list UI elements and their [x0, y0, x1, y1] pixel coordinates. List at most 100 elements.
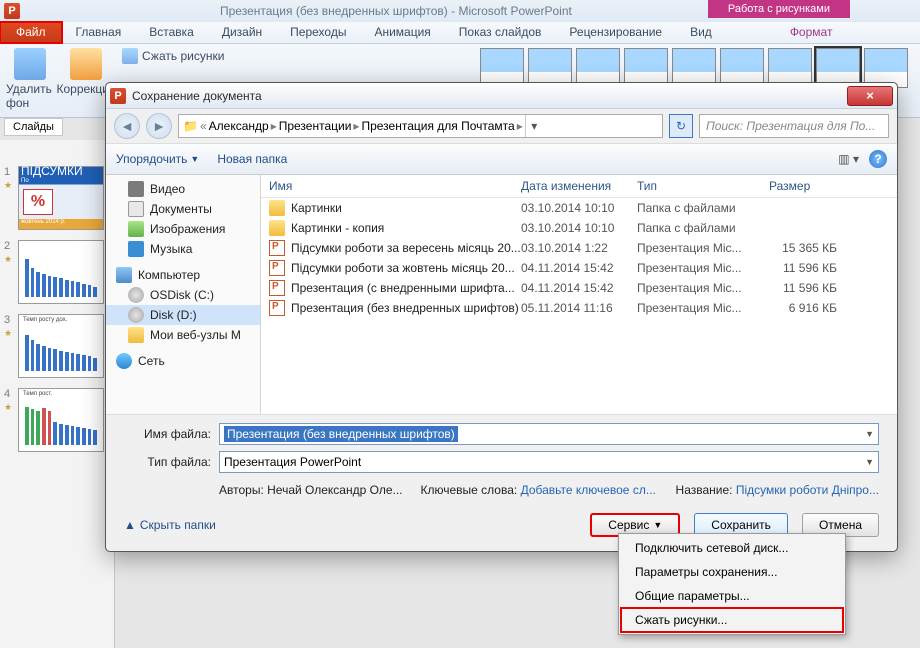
nav-images[interactable]: Изображения	[106, 219, 260, 239]
file-row[interactable]: Картинки03.10.2014 10:10Папка с файлами	[261, 198, 897, 218]
chevron-down-icon[interactable]: ▾	[525, 115, 543, 137]
close-button[interactable]: ×	[847, 86, 893, 106]
title-value[interactable]: Підсумки роботи Дніпро...	[736, 483, 879, 497]
corrections-button[interactable]: Коррекция	[62, 48, 110, 113]
remove-background-icon	[14, 48, 46, 80]
compress-icon	[122, 48, 138, 64]
nav-video[interactable]: Видео	[106, 179, 260, 199]
help-icon[interactable]: ?	[869, 150, 887, 168]
tab-insert[interactable]: Вставка	[135, 22, 208, 43]
filetype-label: Тип файла:	[124, 455, 219, 469]
filename-section: Имя файла: Презентация (без внедренных ш…	[106, 414, 897, 503]
slides-tab[interactable]: Слайды	[4, 118, 63, 136]
tab-animation[interactable]: Анимация	[360, 22, 444, 43]
pptx-icon	[269, 260, 285, 276]
crumb[interactable]: Александр	[209, 119, 269, 133]
app-title: Презентация (без внедренных шрифтов) - M…	[220, 4, 572, 18]
save-as-dialog: P Сохранение документа × ◄ ► 📁 « Алексан…	[105, 82, 898, 552]
nav-computer[interactable]: Компьютер	[106, 265, 260, 285]
folder-icon	[269, 200, 285, 216]
file-row[interactable]: Картинки - копия03.10.2014 10:10Папка с …	[261, 218, 897, 238]
nav-network[interactable]: Сеть	[106, 351, 260, 371]
column-headers[interactable]: Имя Дата изменения Тип Размер	[261, 175, 897, 198]
slide-3[interactable]: 3★ Темп росту дох.	[4, 314, 110, 378]
tools-menu: Подключить сетевой диск... Параметры сох…	[618, 533, 846, 635]
powerpoint-icon: P	[110, 88, 126, 104]
address-bar-row: ◄ ► 📁 « Александр▸ Презентации▸ Презента…	[106, 109, 897, 143]
refresh-button[interactable]: ↻	[669, 114, 693, 138]
tab-home[interactable]: Главная	[62, 22, 136, 43]
pptx-icon	[269, 280, 285, 296]
tab-slideshow[interactable]: Показ слайдов	[445, 22, 556, 43]
back-button[interactable]: ◄	[114, 113, 140, 139]
file-row[interactable]: Підсумки роботи за вересень місяць 20...…	[261, 238, 897, 258]
nav-diskd[interactable]: Disk (D:)	[106, 305, 260, 325]
col-size[interactable]: Размер	[769, 179, 845, 193]
authors-value[interactable]: Нечай Олександр Оле...	[267, 483, 402, 497]
contextual-tab[interactable]: Работа с рисунками	[708, 0, 850, 18]
file-row[interactable]: Презентация (без внедренных шрифтов)05.1…	[261, 298, 897, 318]
corrections-icon	[70, 48, 102, 80]
keywords-value[interactable]: Добавьте ключевое сл...	[521, 483, 656, 497]
forward-button[interactable]: ►	[146, 113, 172, 139]
nav-documents[interactable]: Документы	[106, 199, 260, 219]
tab-format[interactable]: Формат	[776, 22, 847, 43]
dialog-title: Сохранение документа	[132, 89, 262, 103]
slide-2[interactable]: 2★	[4, 240, 110, 304]
network-icon	[116, 353, 132, 369]
col-type[interactable]: Тип	[637, 179, 769, 193]
folder-icon	[128, 327, 144, 343]
folder-icon: 📁	[183, 119, 198, 133]
crumb[interactable]: Презентация для Почтамта	[361, 119, 514, 133]
breadcrumb[interactable]: 📁 « Александр▸ Презентации▸ Презентация …	[178, 114, 663, 138]
search-input[interactable]: Поиск: Презентация для По...	[699, 114, 889, 138]
dialog-titlebar[interactable]: P Сохранение документа ×	[106, 83, 897, 109]
filename-input[interactable]: Презентация (без внедренных шрифтов)▼	[219, 423, 879, 445]
chevron-up-icon: ▲	[124, 518, 136, 532]
slide-number: 1	[4, 166, 14, 178]
nav-music[interactable]: Музыка	[106, 239, 260, 259]
pptx-icon	[269, 300, 285, 316]
slide-4[interactable]: 4★ Темп рост.	[4, 388, 110, 452]
slide-1[interactable]: 1★ ПІДСУМКИПо % жовтень 2014 р.	[4, 166, 110, 230]
col-name[interactable]: Имя	[269, 179, 521, 193]
computer-icon	[116, 267, 132, 283]
menu-compress-pictures[interactable]: Сжать рисунки...	[621, 608, 843, 632]
file-list: Имя Дата изменения Тип Размер Картинки03…	[261, 175, 897, 414]
menu-save-options[interactable]: Параметры сохранения...	[621, 560, 843, 584]
crumb[interactable]: Презентации	[279, 119, 352, 133]
menu-connect-drive[interactable]: Подключить сетевой диск...	[621, 536, 843, 560]
file-row[interactable]: Підсумки роботи за жовтень місяць 20...0…	[261, 258, 897, 278]
tab-view[interactable]: Вид	[676, 22, 726, 43]
ribbon-tabs: Файл Главная Вставка Дизайн Переходы Ани…	[0, 22, 920, 44]
folder-icon	[269, 220, 285, 236]
tab-review[interactable]: Рецензирование	[555, 22, 676, 43]
hide-folders-button[interactable]: ▲Скрыть папки	[124, 518, 216, 532]
file-row[interactable]: Презентация (с внедренными шрифта...04.1…	[261, 278, 897, 298]
animation-icon: ★	[4, 180, 14, 191]
powerpoint-icon: P	[4, 3, 20, 19]
menu-general-options[interactable]: Общие параметры...	[621, 584, 843, 608]
remove-background-button[interactable]: Удалить фон	[6, 48, 54, 113]
slide-panel: 1★ ПІДСУМКИПо % жовтень 2014 р. 2★ 3★ Те…	[0, 140, 115, 648]
tab-file[interactable]: Файл	[0, 22, 62, 43]
images-icon	[128, 221, 144, 237]
nav-osdisk[interactable]: OSDisk (C:)	[106, 285, 260, 305]
new-folder-button[interactable]: Новая папка	[217, 152, 287, 166]
col-date[interactable]: Дата изменения	[521, 179, 637, 193]
filetype-select[interactable]: Презентация PowerPoint▼	[219, 451, 879, 473]
view-button[interactable]: ▥ ▾	[838, 152, 859, 166]
disk-icon	[128, 287, 144, 303]
filename-label: Имя файла:	[124, 427, 219, 441]
disk-icon	[128, 307, 144, 323]
tab-transitions[interactable]: Переходы	[276, 22, 360, 43]
compress-pictures-button[interactable]: Сжать рисунки	[122, 48, 224, 64]
music-icon	[128, 241, 144, 257]
dialog-toolbar: Упорядочить▼ Новая папка ▥ ▾ ?	[106, 143, 897, 175]
organize-button[interactable]: Упорядочить▼	[116, 152, 199, 166]
tab-design[interactable]: Дизайн	[208, 22, 276, 43]
documents-icon	[128, 201, 144, 217]
video-icon	[128, 181, 144, 197]
nav-myweb[interactable]: Мои веб-узлы M	[106, 325, 260, 345]
navigation-pane[interactable]: Видео Документы Изображения Музыка Компь…	[106, 175, 261, 414]
